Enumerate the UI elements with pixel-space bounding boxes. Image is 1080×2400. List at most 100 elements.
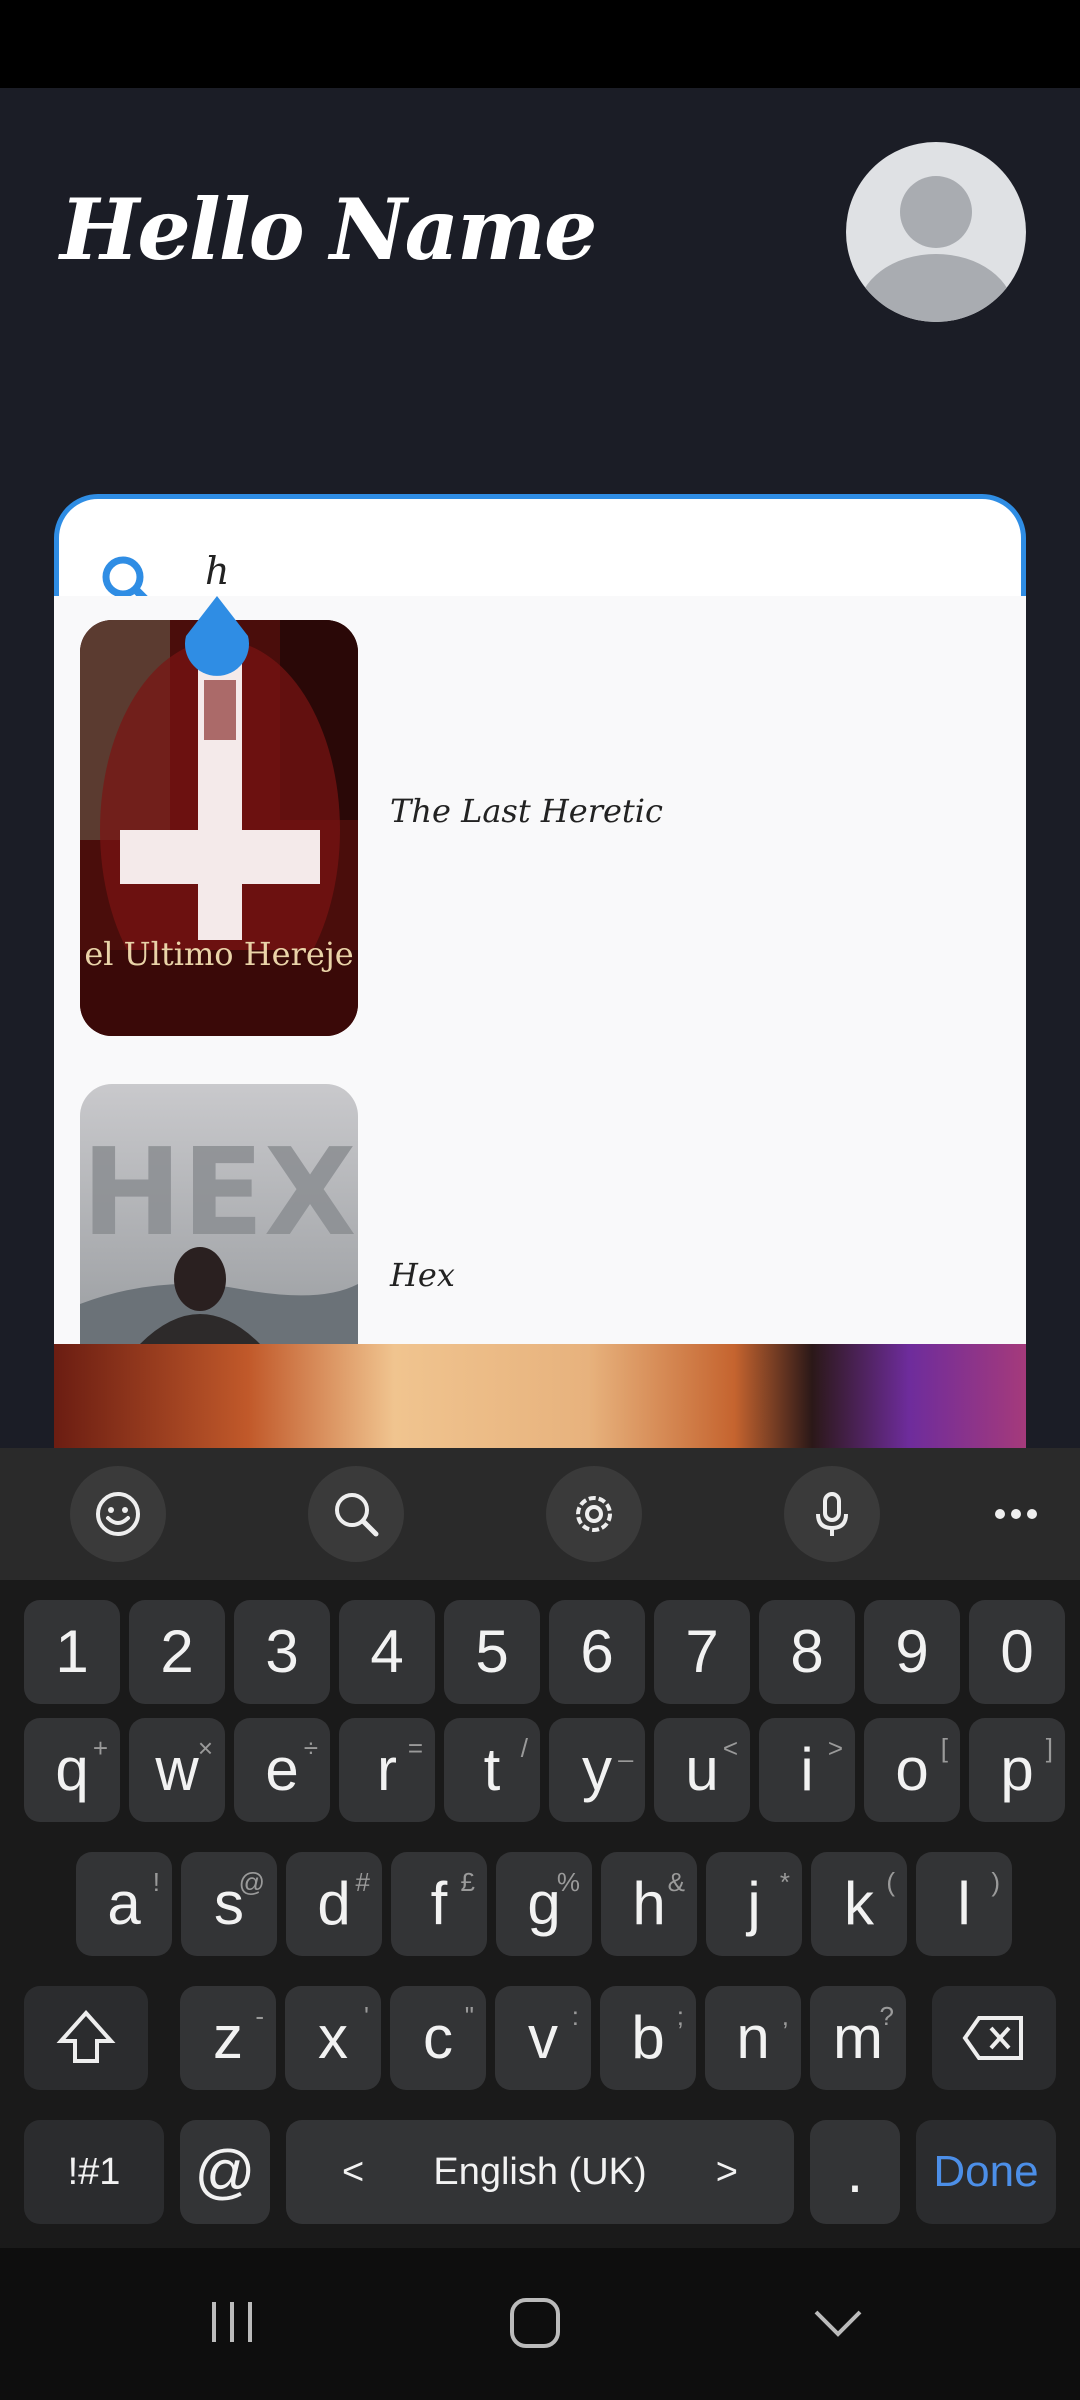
- shift-key[interactable]: [24, 1986, 148, 2090]
- user-icon: [858, 176, 1014, 322]
- key-label: .: [846, 2138, 864, 2205]
- key-s[interactable]: s @: [181, 1852, 277, 1956]
- key-label: m: [833, 2004, 883, 2071]
- key-hint: !: [152, 1867, 160, 1897]
- list-item[interactable]: HEX Hex: [54, 1060, 1026, 1344]
- key-label: k: [844, 1870, 874, 1937]
- poster-image: HEX: [80, 1084, 358, 1344]
- key-label: 0: [1000, 1618, 1034, 1685]
- key-2[interactable]: 2: [129, 1600, 225, 1704]
- shift-icon: [56, 2009, 116, 2063]
- key-label: 9: [895, 1618, 929, 1685]
- more-options-button[interactable]: [968, 1466, 1064, 1562]
- keyboard-settings-button[interactable]: [546, 1466, 642, 1562]
- key-label: 1: [55, 1618, 89, 1685]
- key-label: d: [317, 1870, 351, 1937]
- avatar[interactable]: [846, 142, 1026, 322]
- key-g[interactable]: g%: [496, 1852, 592, 1956]
- key-label: g: [527, 1870, 561, 1937]
- key-i[interactable]: i >: [759, 1718, 855, 1822]
- movie-poster[interactable]: HEX: [80, 1084, 358, 1344]
- key-l[interactable]: l): [916, 1852, 1012, 1956]
- key-k[interactable]: k(: [811, 1852, 907, 1956]
- key-hint: :: [571, 2001, 579, 2031]
- key-j[interactable]: j *: [706, 1852, 802, 1956]
- key-h[interactable]: h &: [601, 1852, 697, 1956]
- key-hint: &: [667, 1867, 685, 1897]
- key-label: t: [483, 1736, 501, 1803]
- key-4[interactable]: 4: [339, 1600, 435, 1704]
- done-key[interactable]: Done: [916, 2120, 1056, 2224]
- key-m[interactable]: m?: [810, 1986, 906, 2090]
- key-9[interactable]: 9: [864, 1600, 960, 1704]
- period-key[interactable]: .: [810, 2120, 900, 2224]
- home-icon[interactable]: [506, 2294, 564, 2352]
- key-label: b: [631, 2004, 665, 2071]
- search-results-list: el Ultimo Hereje The Last Heretic HEX He…: [54, 596, 1026, 1344]
- key-3[interactable]: 3: [234, 1600, 330, 1704]
- voice-input-button[interactable]: [784, 1466, 880, 1562]
- key-label: Done: [933, 2147, 1039, 2196]
- key-hint: %: [556, 1867, 580, 1897]
- key-hint: @: [238, 1867, 265, 1897]
- key-label: !#1: [67, 2151, 121, 2193]
- key-0[interactable]: 0: [969, 1600, 1065, 1704]
- key-6[interactable]: 6: [549, 1600, 645, 1704]
- key-n[interactable]: n,: [705, 1986, 801, 2090]
- key-d[interactable]: d #: [286, 1852, 382, 1956]
- keyboard-search-button[interactable]: [308, 1466, 404, 1562]
- key-hint: #: [355, 1867, 370, 1897]
- key-w[interactable]: w ×: [129, 1718, 225, 1822]
- key-t[interactable]: t /: [444, 1718, 540, 1822]
- key-8[interactable]: 8: [759, 1600, 855, 1704]
- emoji-button[interactable]: [70, 1466, 166, 1562]
- space-bar[interactable]: < English (UK) >: [286, 2120, 794, 2224]
- key-hint: ;: [676, 2001, 684, 2031]
- key-x[interactable]: x ': [285, 1986, 381, 2090]
- key-v[interactable]: v:: [495, 1986, 591, 2090]
- microphone-icon: [816, 1492, 848, 1536]
- movie-title: Hex: [390, 1256, 455, 1294]
- key-c[interactable]: c ": [390, 1986, 486, 2090]
- key-a[interactable]: a!: [76, 1852, 172, 1956]
- key-p[interactable]: p]: [969, 1718, 1065, 1822]
- key-e[interactable]: e ÷: [234, 1718, 330, 1822]
- keyboard-toolbar: [0, 1448, 1080, 1580]
- key-label: x: [318, 2004, 348, 2071]
- key-hint: [: [940, 1733, 948, 1763]
- key-z[interactable]: z-: [180, 1986, 276, 2090]
- key-label: r: [377, 1736, 397, 1803]
- key-1[interactable]: 1: [24, 1600, 120, 1704]
- keyboard: 1 2 3 4 5 6 7 8 9 0 q + w × e ÷ r = t / y _ u < i > o[p] a! s @ d # f £ g%…: [0, 1448, 1080, 2248]
- key-hint: ?: [879, 2001, 894, 2031]
- search-icon: [335, 1493, 379, 1537]
- search-input[interactable]: h: [205, 549, 229, 593]
- key-hint: *: [779, 1867, 790, 1897]
- recent-apps-icon[interactable]: [204, 2294, 260, 2350]
- key-b[interactable]: b;: [600, 1986, 696, 2090]
- key-hint: +: [92, 1733, 108, 1763]
- key-label: c: [423, 2004, 453, 2071]
- key-label: f: [430, 1870, 448, 1937]
- key-r[interactable]: r =: [339, 1718, 435, 1822]
- back-chevron-icon[interactable]: [808, 2294, 868, 2350]
- key-label: 3: [265, 1618, 299, 1685]
- at-key[interactable]: @: [180, 2120, 270, 2224]
- key-label: p: [1000, 1736, 1034, 1803]
- key-f[interactable]: f £: [391, 1852, 487, 1956]
- key-o[interactable]: o[: [864, 1718, 960, 1822]
- key-hint: >: [827, 1733, 843, 1763]
- language-right-arrow: >: [715, 2151, 738, 2193]
- key-y[interactable]: y _: [549, 1718, 645, 1822]
- backspace-key[interactable]: [932, 1986, 1056, 2090]
- language-label: English (UK): [433, 2151, 647, 2193]
- text-cursor-handle[interactable]: [182, 596, 252, 684]
- key-label: l: [957, 1870, 971, 1937]
- key-hint: <: [722, 1733, 738, 1763]
- key-u[interactable]: u <: [654, 1718, 750, 1822]
- key-7[interactable]: 7: [654, 1600, 750, 1704]
- key-q[interactable]: q +: [24, 1718, 120, 1822]
- key-5[interactable]: 5: [444, 1600, 540, 1704]
- symbols-key[interactable]: !#1: [24, 2120, 164, 2224]
- status-bar: [0, 0, 1080, 88]
